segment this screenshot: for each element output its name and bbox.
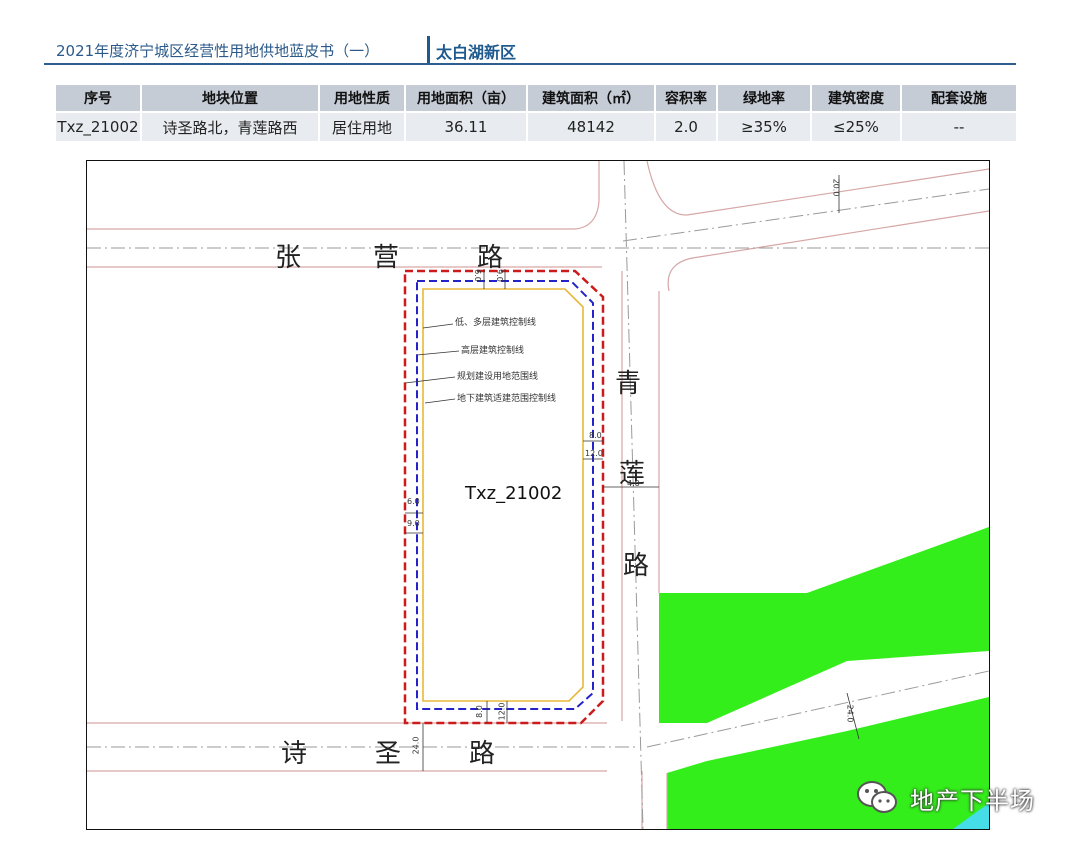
legend-leaders — [404, 323, 460, 404]
dim-south-road: 24.0 — [411, 736, 421, 755]
col-location: 地块位置 — [142, 85, 318, 111]
dim-east-b: 12.0 — [585, 449, 603, 458]
road-south-char-3: 路 — [469, 739, 496, 769]
header-rule — [44, 63, 1016, 65]
table-header-row: 序号 地块位置 用地性质 用地面积（亩） 建筑面积（㎡） 容积率 绿地率 建筑密… — [56, 85, 1016, 111]
col-facilities: 配套设施 — [902, 85, 1016, 111]
cell-far: 2.0 — [656, 113, 716, 141]
col-far: 容积率 — [656, 85, 716, 111]
road-south-char-1: 诗 — [281, 739, 308, 769]
watermark-text: 地产下半场 — [910, 787, 1035, 815]
document-title: 2021年度济宁城区经营性用地供地蓝皮书（一） — [56, 42, 380, 60]
road-east-char-1: 青 — [615, 369, 642, 399]
document-header: 2021年度济宁城区经营性用地供地蓝皮书（一） 太白湖新区 — [44, 36, 1016, 66]
col-density: 建筑密度 — [812, 85, 900, 111]
parcel-label: Txz_21002 — [465, 483, 563, 504]
legend-highrise-label: 高层建筑控制线 — [461, 346, 525, 356]
header-divider — [427, 36, 430, 64]
wechat-icon — [857, 781, 897, 813]
dim-west-a: 6.0 — [407, 497, 420, 506]
cell-green-ratio: ≥35% — [718, 113, 810, 141]
dim-west-b: 9.0 — [407, 519, 420, 528]
dim-east-a: 8.0 — [589, 431, 602, 440]
cell-land-area: 36.11 — [406, 113, 526, 141]
district-name: 太白湖新区 — [436, 43, 517, 62]
cell-land-use: 居住用地 — [320, 113, 404, 141]
col-land-use: 用地性质 — [320, 85, 404, 111]
wechat-watermark: 地产下半场 — [852, 776, 1052, 816]
cell-density: ≤25% — [812, 113, 900, 141]
table-row: Txz_21002 诗圣路北，青莲路西 居住用地 36.11 48142 2.0… — [56, 113, 1016, 141]
road-north-char-2: 营 — [373, 243, 400, 273]
dim-ne-road: 20.0 — [831, 178, 841, 197]
legend-lowrise-label: 低、多层建筑控制线 — [455, 318, 537, 328]
dim-south-a: 8.0 — [474, 705, 484, 718]
parcel-spec-table: 序号 地块位置 用地性质 用地面积（亩） 建筑面积（㎡） 容积率 绿地率 建筑密… — [54, 83, 1018, 143]
col-land-area: 用地面积（亩） — [406, 85, 526, 111]
road-south-char-2: 圣 — [375, 739, 402, 769]
cell-building-area: 48142 — [528, 113, 654, 141]
legend-underground-label: 地下建筑适建范围控制线 — [457, 394, 557, 404]
dim-east-road: 4.0 — [627, 479, 640, 488]
legend-boundary-label: 规划建设用地范围线 — [457, 372, 539, 382]
road-north-char-1: 张 — [275, 243, 302, 273]
green-space-east — [659, 527, 989, 723]
dim-top-inner: 9.0 — [494, 269, 504, 282]
cell-location: 诗圣路北，青莲路西 — [142, 113, 318, 141]
cell-serial: Txz_21002 — [56, 113, 140, 141]
dim-se-road: 24.0 — [845, 704, 855, 723]
road-east-char-3: 路 — [623, 551, 650, 581]
cell-facilities: -- — [902, 113, 1016, 141]
col-serial: 序号 — [56, 85, 140, 111]
dim-south-b: 12.0 — [497, 702, 507, 721]
site-plan-map: 张 营 路 青 莲 路 诗 圣 路 Txz_21002 低、多层建筑控制线 高层… — [86, 160, 990, 830]
col-green-ratio: 绿地率 — [718, 85, 810, 111]
col-building-area: 建筑面积（㎡） — [528, 85, 654, 111]
dim-top-outer: 6.0 — [472, 269, 482, 282]
